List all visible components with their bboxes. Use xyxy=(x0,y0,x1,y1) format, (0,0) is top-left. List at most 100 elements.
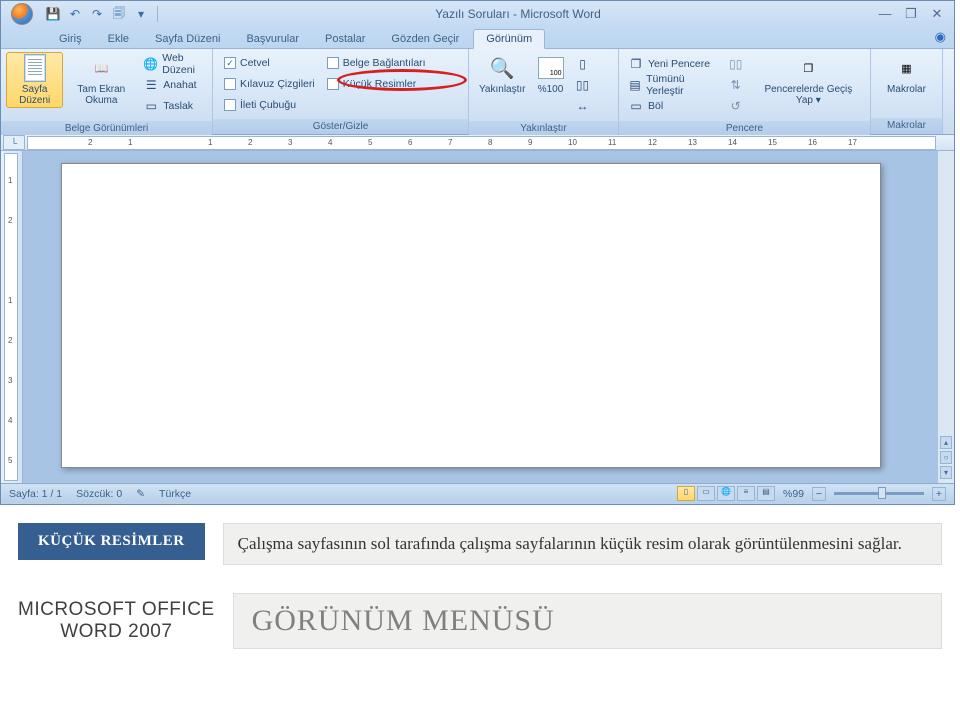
status-word-count[interactable]: Sözcük: 0 xyxy=(76,488,122,500)
slide-title: GÖRÜNÜM MENÜSÜ xyxy=(233,593,942,649)
zoom-slider[interactable] xyxy=(834,492,924,495)
ruler-h-strip[interactable]: 2 1 1 2 3 4 5 6 7 8 9 10 11 12 13 14 15 … xyxy=(27,136,936,150)
reset-window-button[interactable]: ↺ xyxy=(724,96,748,116)
page-width-button[interactable]: ↔ xyxy=(571,96,595,116)
group-label-macros: Makrolar xyxy=(871,118,942,134)
outline-icon: ☰ xyxy=(143,77,159,93)
annotation-row-2: MICROSOFT OFFICE WORD 2007 GÖRÜNÜM MENÜS… xyxy=(18,593,942,649)
view-outline-button[interactable]: ≡ xyxy=(737,486,755,501)
group-label-zoom: Yakınlaştır xyxy=(469,121,618,136)
zoom-percentage[interactable]: %99 xyxy=(783,488,804,500)
status-page[interactable]: Sayfa: 1 / 1 xyxy=(9,488,62,500)
zoom-out-button[interactable]: − xyxy=(812,487,826,501)
tab-references[interactable]: Başvurular xyxy=(234,30,311,48)
split-icon: ▭ xyxy=(628,98,644,114)
two-pages-icon: ▯▯ xyxy=(575,77,591,93)
status-proofing[interactable]: ✎ xyxy=(136,488,145,500)
group-zoom: 🔍 Yakınlaştır 100 %100 ▯ ▯▯ ↔ Yakınlaştı… xyxy=(469,49,619,134)
ruler-v-strip[interactable]: 1 2 1 2 3 4 5 xyxy=(4,153,18,481)
ruler-checkbox[interactable]: ✓Cetvel xyxy=(220,53,319,73)
switch-windows-button[interactable]: ❐ Pencerelerde Geçiş Yap ▾ xyxy=(752,52,865,108)
outline-button[interactable]: ☰Anahat xyxy=(139,75,207,95)
ruler-vertical[interactable]: 1 2 1 2 3 4 5 xyxy=(1,151,23,483)
view-side-by-side-button[interactable]: ▯▯ xyxy=(724,54,748,74)
ruler-corner[interactable]: └ xyxy=(3,135,25,150)
view-print-layout-button[interactable]: ▯ xyxy=(677,486,695,501)
macros-icon: ▦ xyxy=(893,54,921,82)
prev-page-button[interactable]: ▴ xyxy=(940,436,952,449)
vertical-scrollbar[interactable]: ▴ ○ ▾ xyxy=(937,151,954,483)
new-window-button[interactable]: ❐Yeni Pencere xyxy=(624,54,720,74)
zoom-100-button[interactable]: 100 %100 xyxy=(531,52,571,97)
browse-object-button[interactable]: ○ xyxy=(940,451,952,464)
status-language[interactable]: Türkçe xyxy=(159,488,191,500)
sync-scrolling-button[interactable]: ⇅ xyxy=(724,75,748,95)
tab-mailings[interactable]: Postalar xyxy=(313,30,377,48)
quick-print-icon[interactable]: 🗐 xyxy=(111,6,127,22)
thumbnails-checkbox[interactable]: Küçük Resimler xyxy=(323,74,430,94)
window-controls: — ❐ ✕ xyxy=(876,6,946,22)
next-page-button[interactable]: ▾ xyxy=(940,466,952,479)
window-title: Yazılı Soruları - Microsoft Word xyxy=(160,7,876,21)
arrange-all-icon: ▤ xyxy=(628,77,642,93)
draft-icon: ▭ xyxy=(143,98,159,114)
qat-more-icon[interactable]: ▾ xyxy=(133,6,149,22)
print-layout-button[interactable]: Sayfa Düzeni xyxy=(6,52,63,108)
two-pages-button[interactable]: ▯▯ xyxy=(571,75,595,95)
group-label-show-hide: Göster/Gizle xyxy=(213,119,468,134)
help-icon[interactable]: ◉ xyxy=(935,29,946,48)
draft-button[interactable]: ▭Taslak xyxy=(139,96,207,116)
qat-divider xyxy=(157,6,158,22)
tab-home[interactable]: Giriş xyxy=(47,30,94,48)
office-orb-icon xyxy=(11,3,33,25)
minimize-button[interactable]: — xyxy=(876,6,894,22)
checkbox-icon xyxy=(327,78,339,90)
close-button[interactable]: ✕ xyxy=(928,6,946,22)
document-scroll[interactable] xyxy=(23,151,937,483)
document-map-checkbox[interactable]: Belge Bağlantıları xyxy=(323,53,430,73)
feature-badge: KÜÇÜK RESİMLER xyxy=(18,523,205,560)
zoom-slider-thumb[interactable] xyxy=(878,487,886,499)
feature-description: Çalışma sayfasının sol tarafında çalışma… xyxy=(223,523,942,565)
print-layout-icon xyxy=(21,54,49,82)
view-full-screen-button[interactable]: ▭ xyxy=(697,486,715,501)
redo-icon[interactable]: ↷ xyxy=(89,6,105,22)
view-web-button[interactable]: 🌐 xyxy=(717,486,735,501)
message-bar-checkbox[interactable]: İleti Çubuğu xyxy=(220,95,319,115)
arrange-all-button[interactable]: ▤Tümünü Yerleştir xyxy=(624,75,720,95)
office-button[interactable] xyxy=(5,1,39,27)
one-page-icon: ▯ xyxy=(575,56,591,72)
web-layout-icon: 🌐 xyxy=(143,56,158,72)
web-layout-button[interactable]: 🌐Web Düzeni xyxy=(139,54,207,74)
zoom-in-button[interactable]: + xyxy=(932,487,946,501)
group-show-hide: ✓Cetvel Kılavuz Çizgileri İleti Çubuğu B… xyxy=(213,49,469,134)
proofing-icon: ✎ xyxy=(136,488,145,500)
tab-review[interactable]: Gözden Geçir xyxy=(379,30,471,48)
group-label-document-views: Belge Görünümleri xyxy=(1,121,212,136)
macros-button[interactable]: ▦ Makrolar xyxy=(882,52,931,97)
status-bar: Sayfa: 1 / 1 Sözcük: 0 ✎ Türkçe ▯ ▭ 🌐 ≡ … xyxy=(1,483,954,503)
ruler-horizontal[interactable]: └ 2 1 1 2 3 4 5 6 7 8 9 10 11 12 13 14 1… xyxy=(1,135,954,151)
tab-insert[interactable]: Ekle xyxy=(96,30,141,48)
gridlines-checkbox[interactable]: Kılavuz Çizgileri xyxy=(220,74,319,94)
tab-page-layout[interactable]: Sayfa Düzeni xyxy=(143,30,232,48)
zoom-button[interactable]: 🔍 Yakınlaştır xyxy=(474,52,531,97)
ribbon-tabs: Giriş Ekle Sayfa Düzeni Başvurular Posta… xyxy=(1,27,954,49)
full-screen-reading-button[interactable]: 📖 Tam Ekran Okuma xyxy=(63,52,139,108)
one-page-button[interactable]: ▯ xyxy=(571,54,595,74)
save-icon[interactable]: 💾 xyxy=(45,6,61,22)
zoom-100-icon: 100 xyxy=(537,54,565,82)
restore-button[interactable]: ❐ xyxy=(902,6,920,22)
switch-windows-icon: ❐ xyxy=(794,54,822,82)
new-window-icon: ❐ xyxy=(628,56,644,72)
checkbox-checked-icon: ✓ xyxy=(224,57,236,69)
split-button[interactable]: ▭Böl xyxy=(624,96,720,116)
document-area: 1 2 1 2 3 4 5 ▴ ○ ▾ xyxy=(1,151,954,483)
tab-view[interactable]: Görünüm xyxy=(473,29,545,49)
undo-icon[interactable]: ↶ xyxy=(67,6,83,22)
group-document-views: Sayfa Düzeni 📖 Tam Ekran Okuma 🌐Web Düze… xyxy=(1,49,213,134)
checkbox-icon xyxy=(327,57,339,69)
document-page[interactable] xyxy=(61,163,881,468)
full-screen-reading-icon: 📖 xyxy=(87,54,115,82)
view-draft-button[interactable]: ▤ xyxy=(757,486,775,501)
